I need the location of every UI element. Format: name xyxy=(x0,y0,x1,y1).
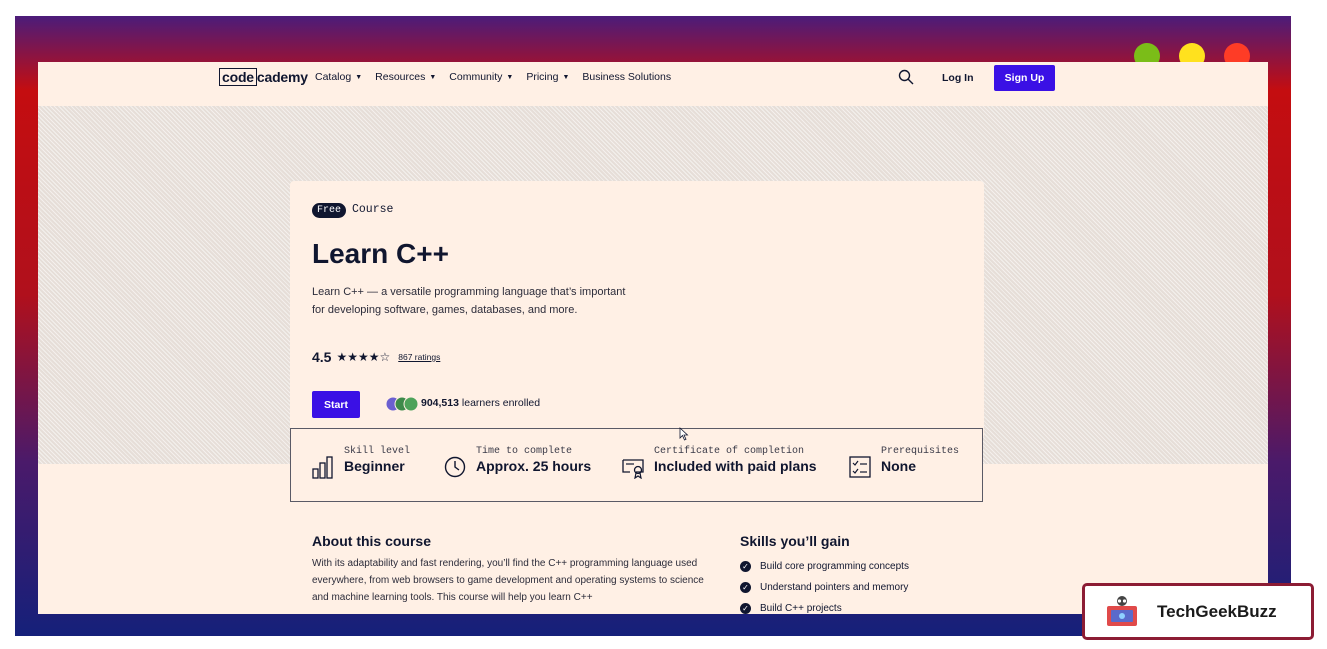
nav-menu: Catalog ▼ Resources ▼ Community ▼ Pricing ▼ … xyxy=(315,71,671,83)
course-description: Learn C++ — a versatile programming lang… xyxy=(312,286,626,316)
checklist-icon xyxy=(849,456,871,478)
stat-time: Time to complete Approx. 25 hours xyxy=(444,446,591,479)
course-type-label: Course xyxy=(352,203,394,216)
skills-list: ✓ Build core programming concepts ✓ Unders… xyxy=(740,556,909,614)
check-icon: ✓ xyxy=(740,603,751,614)
caret-down-icon: ▼ xyxy=(355,73,363,81)
skill-item: ✓ Understand pointers and memory xyxy=(740,577,909,598)
stat-label: Certificate of completion xyxy=(654,446,805,457)
stat-value: Beginner xyxy=(344,458,405,474)
about-text: With its adaptability and fast rendering… xyxy=(312,558,704,603)
codecademy-logo[interactable]: code cademy xyxy=(219,68,308,86)
nav-item-business-solutions[interactable]: Business Solutions xyxy=(582,71,671,83)
nav-item-community[interactable]: Community ▼ xyxy=(449,71,513,83)
nav-item-pricing[interactable]: Pricing ▼ xyxy=(526,71,569,83)
certificate-icon xyxy=(622,459,644,479)
course-title: Learn C++ xyxy=(312,238,449,269)
skills-title: Skills you’ll gain xyxy=(740,533,850,549)
skill-item: ✓ Build C++ projects xyxy=(740,598,909,614)
start-button[interactable]: Start xyxy=(312,391,360,418)
stat-label: Time to complete xyxy=(476,446,573,457)
rating-stars-icon: ★★★★☆ xyxy=(336,350,391,364)
course-stats-bar: Skill level Beginner Time to complete Appr… xyxy=(290,428,983,502)
stat-certificate: Certificate of completion Included with p… xyxy=(622,446,817,479)
learners-number: 904,513 xyxy=(421,397,459,409)
nav-item-label: Business Solutions xyxy=(582,71,672,83)
about-title: About this course xyxy=(312,533,432,549)
check-icon: ✓ xyxy=(740,582,751,593)
nav-item-label: Catalog xyxy=(315,71,352,83)
stat-value: None xyxy=(881,458,916,474)
caret-down-icon: ▼ xyxy=(506,73,514,81)
course-card: Free Course Learn C++ Learn C++ — a vers… xyxy=(290,181,984,439)
stat-label: Prerequisites xyxy=(881,446,960,457)
logo-rest-text: cademy xyxy=(256,69,308,85)
free-badge: Free xyxy=(312,203,347,218)
skill-item: ✓ Build core programming concepts xyxy=(740,556,909,577)
skill-label: Understand pointers and memory xyxy=(760,582,909,593)
check-icon: ✓ xyxy=(740,561,751,572)
browser-viewport: code cademy Catalog ▼ Resources ▼ Community… xyxy=(38,62,1268,614)
enrolled-count: 904,513 learners enrolled xyxy=(421,397,540,409)
techgeekbuzz-watermark: TechGeekBuzz xyxy=(1082,583,1314,640)
stat-skill-level: Skill level Beginner xyxy=(312,446,410,479)
hero-section: Free Course Learn C++ Learn C++ — a vers… xyxy=(38,106,1268,464)
skill-label: Build core programming concepts xyxy=(760,561,909,572)
stat-value: Approx. 25 hours xyxy=(476,458,592,474)
top-nav: code cademy Catalog ▼ Resources ▼ Community… xyxy=(38,62,1268,106)
rating-score: 4.5 xyxy=(312,349,332,365)
nav-item-catalog[interactable]: Catalog ▼ xyxy=(315,71,362,83)
watermark-text: TechGeekBuzz xyxy=(1157,602,1277,621)
stat-value: Included with paid plans xyxy=(654,458,817,474)
stat-prerequisites: Prerequisites None xyxy=(849,446,959,479)
search-icon[interactable] xyxy=(898,69,914,85)
mouse-cursor-icon xyxy=(679,427,689,441)
learners-text: learners enrolled xyxy=(461,397,541,409)
login-link[interactable]: Log In xyxy=(942,72,974,84)
caret-down-icon: ▼ xyxy=(562,73,570,81)
nav-item-label: Pricing xyxy=(526,71,559,83)
skill-label: Build C++ projects xyxy=(760,603,842,614)
signup-button[interactable]: Sign Up xyxy=(994,65,1055,91)
ratings-count-link[interactable]: 867 ratings xyxy=(398,352,440,362)
nav-item-resources[interactable]: Resources ▼ xyxy=(375,71,436,83)
nav-item-label: Community xyxy=(449,71,503,83)
caret-down-icon: ▼ xyxy=(429,73,437,81)
learner-avatars-icon xyxy=(385,396,419,412)
rating-row: 4.5 ★★★★☆ 867 ratings xyxy=(312,349,440,365)
logo-box-text: code xyxy=(219,68,257,86)
techgeekbuzz-logo-icon xyxy=(1107,596,1137,626)
bar-chart-icon xyxy=(312,456,333,479)
nav-item-label: Resources xyxy=(375,71,426,83)
clock-icon xyxy=(444,456,466,478)
stat-label: Skill level xyxy=(344,446,411,457)
